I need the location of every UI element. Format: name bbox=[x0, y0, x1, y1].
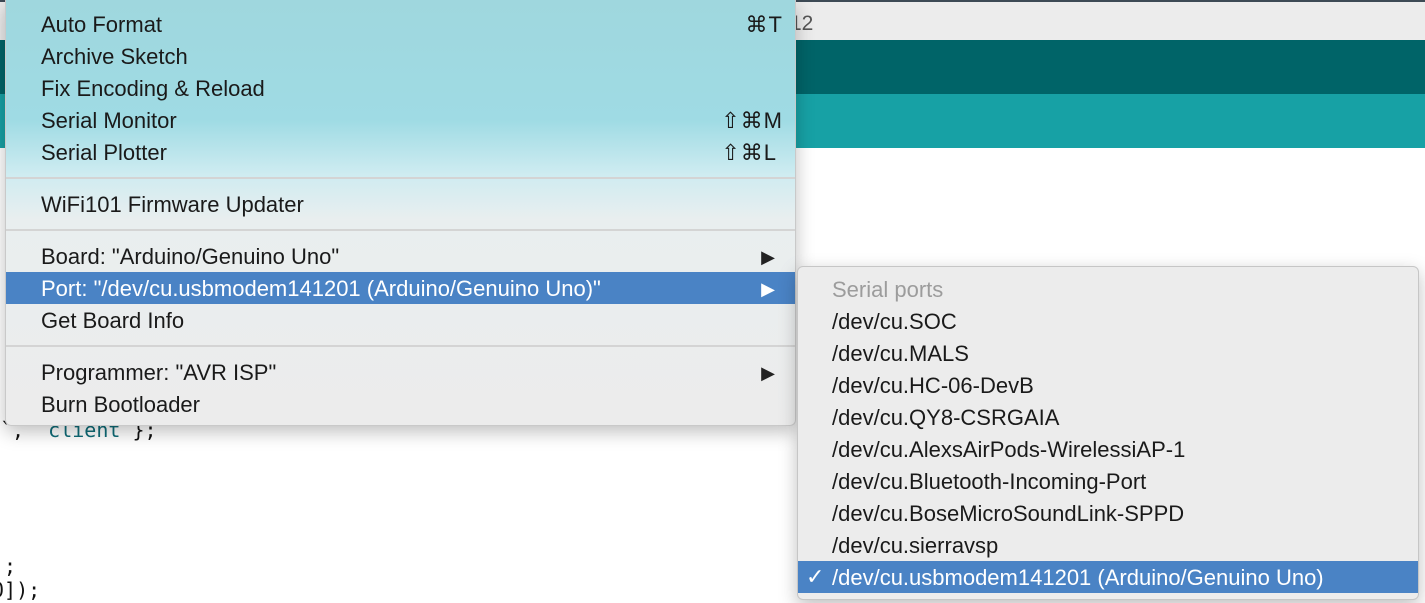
menu-item-port[interactable]: Port: "/dev/cu.usbmodem141201 (Arduino/G… bbox=[6, 272, 795, 304]
port-item[interactable]: /dev/cu.AlexsAirPods-WirelessiAP-1 bbox=[798, 433, 1418, 465]
port-item[interactable]: /dev/cu.HC-06-DevB bbox=[798, 369, 1418, 401]
menu-item-burn-bootloader[interactable]: Burn Bootloader bbox=[6, 388, 795, 420]
checkmark-icon: ✓ bbox=[806, 564, 825, 589]
menu-item-get-board-info[interactable]: Get Board Info bbox=[6, 304, 795, 336]
submenu-arrow-icon: ▶ bbox=[761, 363, 775, 383]
port-item[interactable]: /dev/cu.sierravsp bbox=[798, 529, 1418, 561]
port-item[interactable]: /dev/cu.SOC bbox=[798, 305, 1418, 337]
shortcut: ⇧⌘M bbox=[721, 108, 783, 133]
code-line: ); bbox=[0, 554, 17, 578]
tools-menu: Auto Format ⌘T Archive Sketch Fix Encodi… bbox=[5, 0, 796, 426]
submenu-header: Serial ports bbox=[832, 277, 944, 302]
submenu-arrow-icon: ▶ bbox=[761, 279, 775, 299]
port-item-selected[interactable]: ✓ /dev/cu.usbmodem141201 (Arduino/Genuin… bbox=[798, 561, 1418, 593]
menu-item-programmer[interactable]: Programmer: "AVR ISP" ▶ bbox=[6, 356, 795, 388]
menu-separator bbox=[6, 345, 795, 347]
menu-item-archive-sketch[interactable]: Archive Sketch bbox=[6, 40, 795, 72]
menu-item-fix-encoding[interactable]: Fix Encoding & Reload bbox=[6, 72, 795, 104]
port-submenu: Serial ports /dev/cu.SOC /dev/cu.MALS /d… bbox=[797, 266, 1419, 600]
port-item[interactable]: /dev/cu.BoseMicroSoundLink-SPPD bbox=[798, 497, 1418, 529]
port-item[interactable]: /dev/cu.MALS bbox=[798, 337, 1418, 369]
shortcut: ⇧⌘L bbox=[721, 140, 777, 165]
menu-item-board[interactable]: Board: "Arduino/Genuino Uno" ▶ bbox=[6, 240, 795, 272]
menu-item-auto-format[interactable]: Auto Format ⌘T bbox=[6, 8, 795, 40]
port-item[interactable]: /dev/cu.Bluetooth-Incoming-Port bbox=[798, 465, 1418, 497]
port-item[interactable]: /dev/cu.QY8-CSRGAIA bbox=[798, 401, 1418, 433]
menu-separator bbox=[6, 177, 795, 179]
shortcut: ⌘T bbox=[745, 12, 783, 37]
menu-item-serial-plotter[interactable]: Serial Plotter ⇧⌘L bbox=[6, 136, 795, 168]
menu-separator bbox=[6, 229, 795, 231]
menu-item-serial-monitor[interactable]: Serial Monitor ⇧⌘M bbox=[6, 104, 795, 136]
menu-item-wifi101-updater[interactable]: WiFi101 Firmware Updater bbox=[6, 188, 795, 220]
submenu-arrow-icon: ▶ bbox=[761, 247, 775, 267]
code-line: 0]); bbox=[0, 578, 41, 602]
